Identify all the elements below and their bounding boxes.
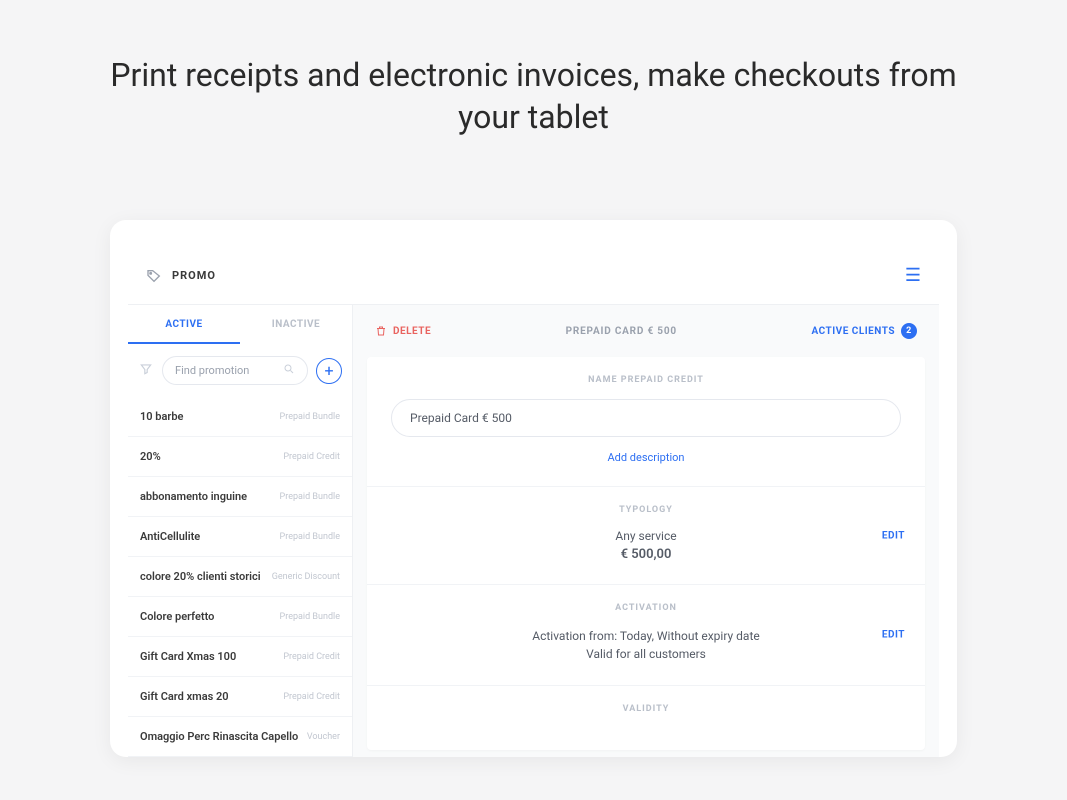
active-clients-link[interactable]: ACTIVE CLIENTS 2 (812, 323, 918, 339)
typology-price: € 500,00 (391, 547, 901, 562)
detail-card: NAME PREPAID CREDIT Prepaid Card € 500 A… (367, 357, 925, 750)
list-item[interactable]: AntiCellulitePrepaid Bundle (128, 517, 352, 557)
list-item[interactable]: Colore perfettoPrepaid Bundle (128, 597, 352, 637)
tablet-frame: PROMO ☰ ACTIVE INACTIVE Find promotion + (110, 220, 957, 757)
filter-icon[interactable] (138, 362, 154, 380)
list-item[interactable]: Gift Card Xmas 100Prepaid Credit (128, 637, 352, 677)
name-input[interactable]: Prepaid Card € 500 (391, 399, 901, 437)
sidebar: ACTIVE INACTIVE Find promotion + 10 barb… (128, 305, 353, 757)
search-input[interactable]: Find promotion (162, 356, 308, 385)
page-title: PROMO (172, 269, 216, 282)
list-item[interactable]: Omaggio Perc Rinascita CapelloVoucher (128, 717, 352, 757)
search-placeholder: Find promotion (175, 364, 249, 377)
typology-text: Any service (391, 529, 901, 543)
name-section-label: NAME PREPAID CREDIT (391, 375, 901, 385)
tab-inactive[interactable]: INACTIVE (240, 305, 352, 344)
tab-active[interactable]: ACTIVE (128, 305, 240, 344)
active-clients-badge: 2 (901, 323, 917, 339)
delete-button[interactable]: DELETE (375, 325, 431, 337)
hero-title: Print receipts and electronic invoices, … (0, 0, 1067, 138)
list-item[interactable]: abbonamento inguinePrepaid Bundle (128, 477, 352, 517)
edit-typology-button[interactable]: EDIT (882, 530, 905, 541)
add-description-link[interactable]: Add description (391, 451, 901, 464)
detail-title: PREPAID CARD € 500 (566, 326, 677, 337)
app-header: PROMO ☰ (128, 255, 939, 305)
main-panel: DELETE PREPAID CARD € 500 ACTIVE CLIENTS… (353, 305, 939, 757)
tag-icon (146, 268, 162, 284)
typology-label: TYPOLOGY (391, 505, 901, 515)
promo-list: 10 barbePrepaid Bundle 20%Prepaid Credit… (128, 397, 352, 757)
search-icon (283, 363, 295, 378)
trash-icon (375, 325, 387, 337)
list-item[interactable]: 10 barbePrepaid Bundle (128, 397, 352, 437)
menu-icon[interactable]: ☰ (905, 265, 921, 286)
validity-label: VALIDITY (391, 704, 901, 714)
activation-label: ACTIVATION (391, 603, 901, 613)
list-item[interactable]: 20%Prepaid Credit (128, 437, 352, 477)
list-item[interactable]: colore 20% clienti storiciGeneric Discou… (128, 557, 352, 597)
add-button[interactable]: + (316, 358, 342, 384)
list-item[interactable]: Gift Card xmas 20Prepaid Credit (128, 677, 352, 717)
edit-activation-button[interactable]: EDIT (882, 630, 905, 641)
activation-text: Activation from: Today, Without expiry d… (391, 627, 901, 663)
